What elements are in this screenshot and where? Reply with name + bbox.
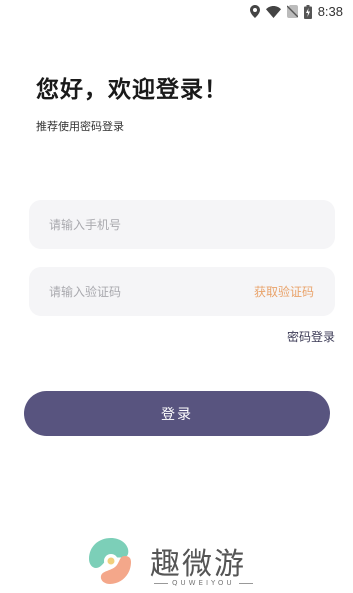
get-code-button[interactable]: 获取验证码 (254, 283, 314, 300)
brand-name: 趣微游 (150, 547, 246, 582)
location-icon (249, 5, 260, 18)
welcome-title: 您好，欢迎登录！ (36, 77, 228, 103)
code-field: 获取验证码 (29, 267, 335, 316)
no-sim-icon (286, 5, 298, 18)
battery-charging-icon (303, 4, 312, 19)
status-time: 8:38 (317, 4, 343, 19)
login-button[interactable]: 登录 (24, 391, 330, 436)
status-bar: 8:38 (0, 0, 353, 24)
phone-input[interactable] (29, 200, 335, 249)
brand-footer: 趣微游 QUWEIYOU (84, 534, 284, 593)
wifi-icon (265, 5, 281, 18)
phone-field (29, 200, 335, 249)
brand-logo-icon (89, 538, 131, 584)
divider (238, 582, 253, 584)
password-login-link[interactable]: 密码登录 (287, 328, 335, 345)
login-subtitle: 推荐使用密码登录 (36, 120, 124, 133)
brand-tagline-row: QUWEIYOU (154, 579, 253, 587)
divider (154, 582, 168, 584)
brand-tagline: QUWEIYOU (172, 579, 235, 587)
